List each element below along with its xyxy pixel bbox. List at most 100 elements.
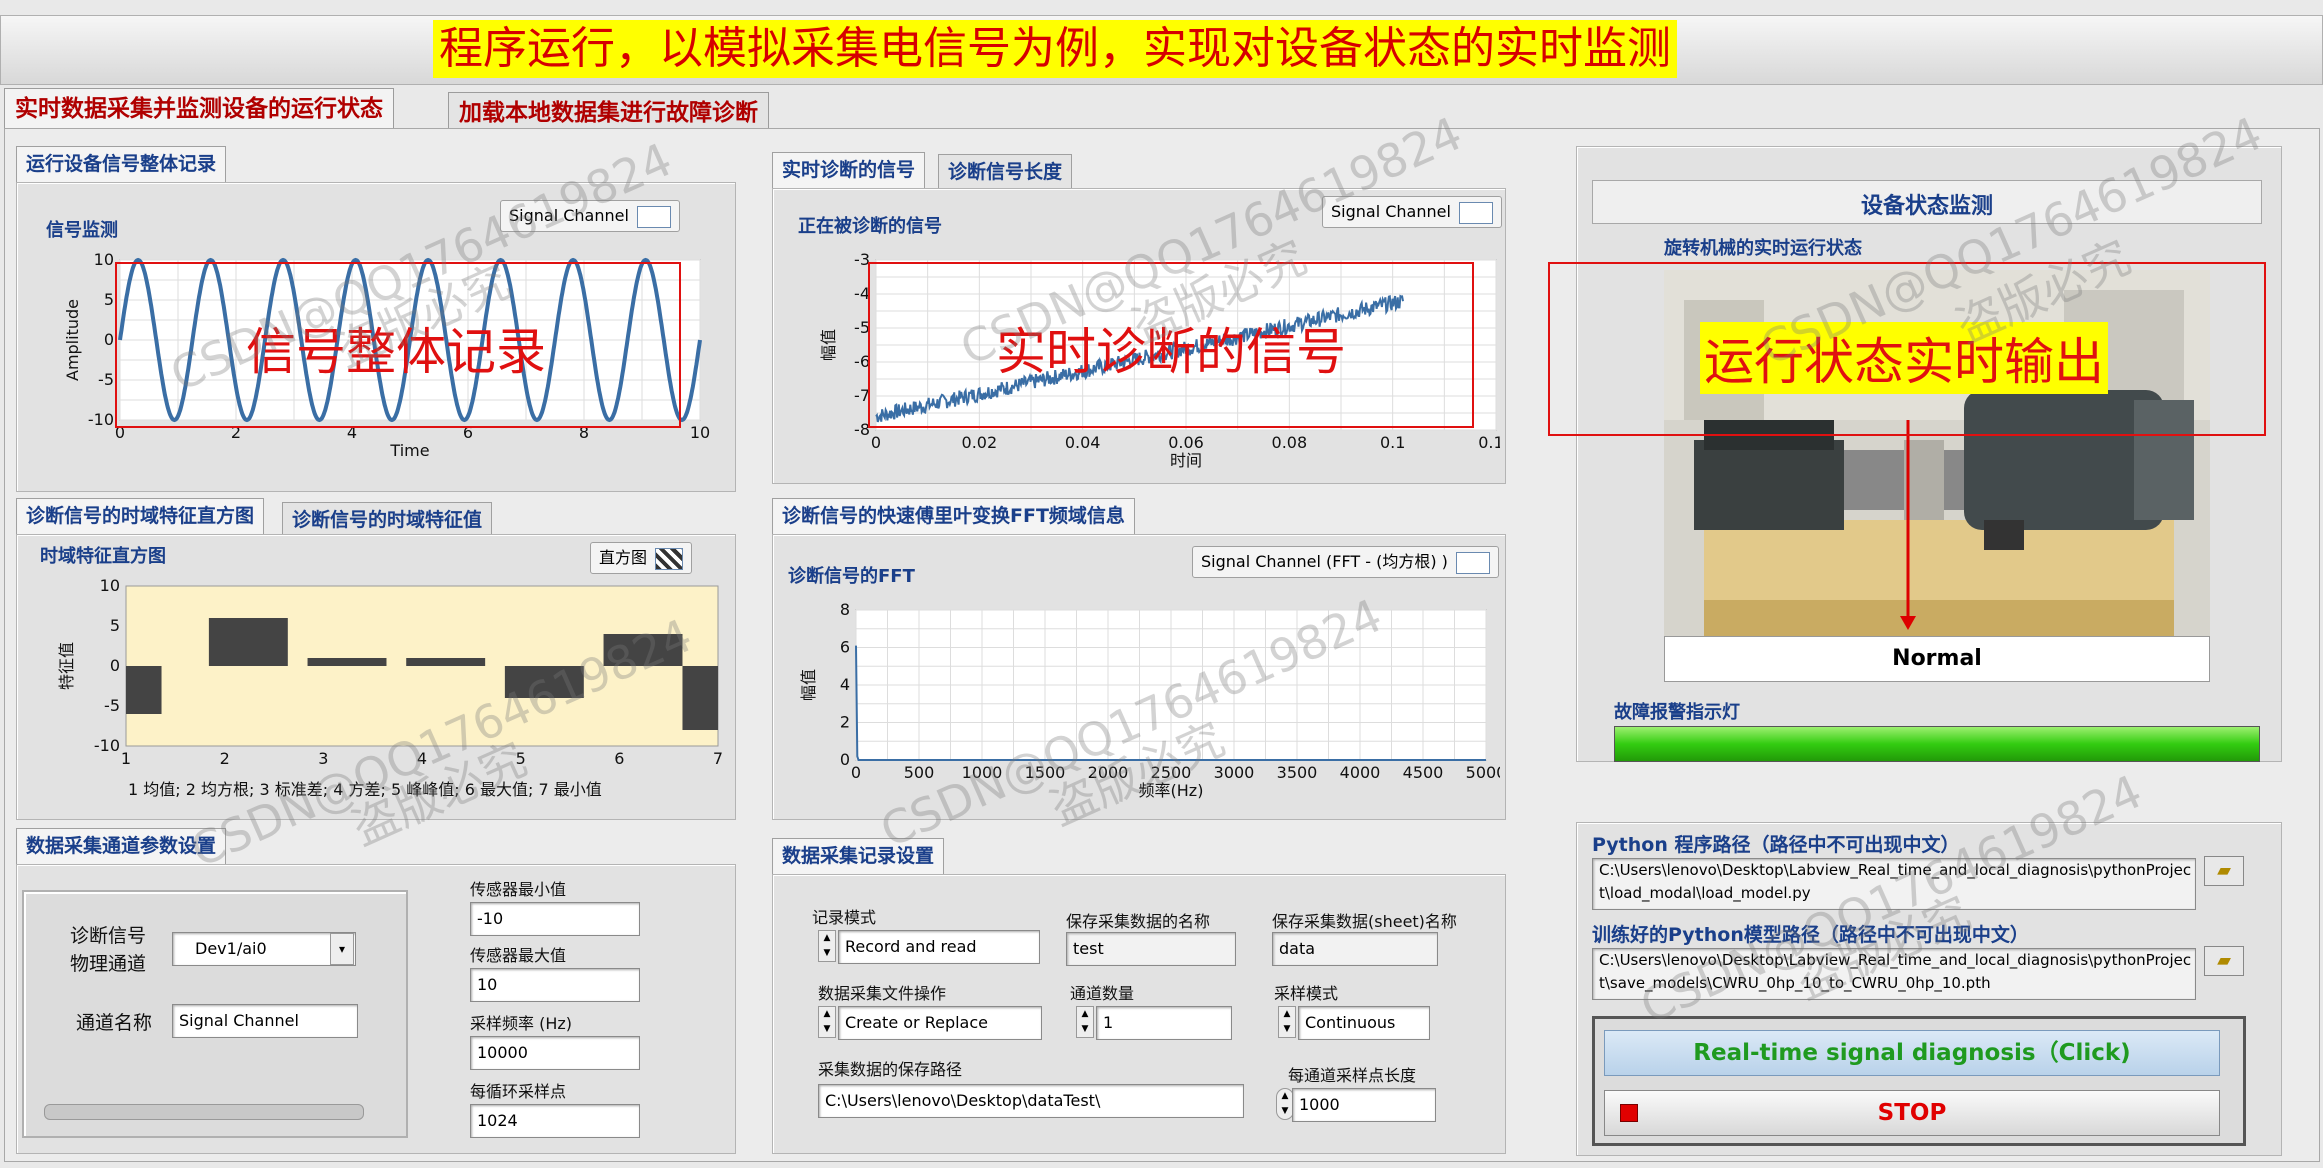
file-op-label: 数据采集文件操作 (818, 984, 947, 1003)
model-path-label: 训练好的Python模型路径（路径中不可出现中文） (1592, 924, 2029, 946)
realtime-label: 正在被诊断的信号 (798, 216, 942, 237)
sample-mode-label: 采样模式 (1274, 984, 1339, 1003)
sensor-max-field[interactable]: 10 (470, 968, 640, 1002)
histogram-caption: 1 均值; 2 均方根; 3 标准差; 4 方差; 5 峰峰值; 6 最大值; … (128, 780, 602, 799)
folder-icon[interactable]: ▰ (2204, 946, 2244, 976)
channel-count-spinner[interactable]: ▲ ▼ (1076, 1006, 1094, 1038)
record-mode-field[interactable]: Record and read (838, 930, 1040, 964)
fft-label: 诊断信号的FFT (788, 566, 915, 587)
sheet-name-field[interactable]: data (1272, 932, 1438, 966)
horizontal-scrollbar[interactable] (44, 1104, 364, 1120)
x-tick-label: 0 (851, 763, 861, 782)
legend-line-icon (1455, 551, 1490, 574)
tab-channel-settings[interactable]: 数据采集通道参数设置 (16, 828, 227, 864)
sensor-min-label: 传感器最小值 (470, 880, 567, 899)
x-tick-label: 500 (904, 763, 935, 782)
x-tick-label: 3 (318, 749, 328, 768)
model-path-field[interactable]: C:\Users\lenovo\Desktop\Labview_Real_tim… (1592, 948, 2196, 1000)
banner: 程序运行，以模拟采集电信号为例，实现对设备状态的实时监测 (0, 15, 2323, 85)
tab-record-settings[interactable]: 数据采集记录设置 (772, 838, 945, 874)
file-op-spinner[interactable]: ▲ ▼ (818, 1006, 836, 1038)
phys-channel-value: Dev1/ai0 (195, 939, 267, 958)
x-tick-label: 1500 (1025, 763, 1066, 782)
tab-signal-length[interactable]: 诊断信号长度 (938, 154, 1073, 190)
tab-feature-histogram[interactable]: 诊断信号的时域特征直方图 (16, 498, 265, 534)
y-tick-label: 0 (110, 656, 120, 675)
y-tick-label: 10 (100, 576, 120, 595)
tab-signal-record[interactable]: 运行设备信号整体记录 (16, 146, 227, 182)
alarm-label: 故障报警指示灯 (1614, 702, 1740, 723)
y-tick-label: -10 (94, 736, 120, 755)
y-tick-label: 8 (840, 600, 850, 619)
legend-text: Signal Channel (509, 206, 629, 225)
legend-text: Signal Channel (FFT - (均方根) ) (1201, 552, 1448, 571)
sample-mode-field[interactable]: Continuous (1298, 1006, 1430, 1040)
x-axis-label: 时间 (1170, 451, 1202, 470)
folder-icon[interactable]: ▰ (2204, 856, 2244, 886)
signal-legend[interactable]: Signal Channel (500, 200, 680, 232)
status-subtitle: 旋转机械的实时运行状态 (1664, 238, 1862, 259)
tab-realtime-signal[interactable]: 实时诊断的信号 (772, 152, 926, 188)
realtime-diagnosis-button[interactable]: Real-time signal diagnosis（Click) (1604, 1030, 2220, 1076)
sensor-max-label: 传感器最大值 (470, 946, 567, 965)
record-mode-spinner[interactable]: ▲ ▼ (818, 930, 836, 962)
x-tick-label: 10 (690, 423, 710, 442)
channel-name-field[interactable]: Signal Channel (172, 1004, 358, 1038)
y-axis-label: 特征值 (57, 642, 76, 690)
x-tick-label: 0.12 (1478, 433, 1500, 452)
x-tick-label: 0.1 (1380, 433, 1405, 452)
y-tick-label: -10 (88, 410, 114, 429)
x-tick-label: 2 (220, 749, 230, 768)
x-tick-label: 5000 (1466, 763, 1500, 782)
phys-channel-select[interactable]: Dev1/ai0 (172, 932, 356, 966)
status-output: Normal (1664, 636, 2210, 682)
x-tick-label: 0.04 (1065, 433, 1101, 452)
x-tick-label: 3500 (1277, 763, 1318, 782)
legend-line-icon (1458, 201, 1493, 224)
x-tick-label: 0.02 (962, 433, 998, 452)
overlay-realtime: 实时诊断的信号 (996, 323, 1346, 381)
sensor-min-field[interactable]: -10 (470, 902, 640, 936)
sheet-name-label: 保存采集数据(sheet)名称 (1272, 912, 1457, 931)
chevron-down-icon[interactable]: ▾ (330, 933, 354, 965)
fft-chart: 0 500 1000 1500 2000 2500 3000 3500 4000 4500 5000… (799, 600, 1500, 800)
y-axis-label: 幅值 (819, 329, 838, 361)
python-path-field[interactable]: C:\Users\lenovo\Desktop\Labview_Real_tim… (1592, 858, 2196, 910)
stop-button[interactable]: STOP (1604, 1090, 2220, 1136)
histogram-bar (603, 634, 683, 666)
histogram-label: 时域特征直方图 (40, 546, 166, 567)
samples-per-loop-field[interactable]: 1024 (470, 1104, 640, 1138)
y-axis-label: Amplitude (63, 299, 82, 381)
x-tick-label: 2000 (1088, 763, 1129, 782)
x-tick-label: 3000 (1214, 763, 1255, 782)
histogram-bar (126, 666, 162, 714)
sample-rate-label: 采样频率 (Hz) (470, 1014, 573, 1033)
x-tick-label: 5 (516, 749, 526, 768)
samples-length-label: 每通道采样点长度 (1288, 1066, 1417, 1085)
save-name-field[interactable]: test (1066, 932, 1236, 966)
y-tick-label: 4 (840, 675, 850, 694)
x-tick-label: 2500 (1151, 763, 1192, 782)
y-tick-label: 6 (840, 638, 850, 657)
y-tick-label: 5 (104, 290, 114, 309)
tab-fft[interactable]: 诊断信号的快速傅里叶变换FFT频域信息 (772, 498, 1135, 534)
histogram-bar (208, 618, 288, 666)
save-path-label: 采集数据的保存路径 (818, 1060, 963, 1079)
overlay-signal-record: 信号整体记录 (246, 323, 546, 381)
x-tick-label: 1000 (962, 763, 1003, 782)
histogram-bar (307, 658, 387, 666)
sample-rate-field[interactable]: 10000 (470, 1036, 640, 1070)
y-tick-label: 0 (840, 750, 850, 769)
sample-mode-spinner[interactable]: ▲ ▼ (1278, 1006, 1296, 1038)
stop-square-icon (1620, 1104, 1638, 1122)
fft-legend[interactable]: Signal Channel (FFT - (均方根) ) (1192, 546, 1499, 578)
legend-line-icon (636, 205, 671, 228)
samples-per-loop-label: 每循环采样点 (470, 1082, 567, 1101)
tab-feature-values[interactable]: 诊断信号的时域特征值 (282, 502, 493, 538)
realtime-legend[interactable]: Signal Channel (1322, 196, 1502, 228)
save-path-field[interactable]: C:\Users\lenovo\Desktop\dataTest\ (818, 1084, 1244, 1118)
overlay-status: 运行状态实时输出 (1700, 322, 2108, 394)
file-op-field[interactable]: Create or Replace (838, 1006, 1042, 1040)
channel-count-field[interactable]: 1 (1096, 1006, 1232, 1040)
samples-length-field[interactable]: 1000 (1292, 1088, 1436, 1122)
